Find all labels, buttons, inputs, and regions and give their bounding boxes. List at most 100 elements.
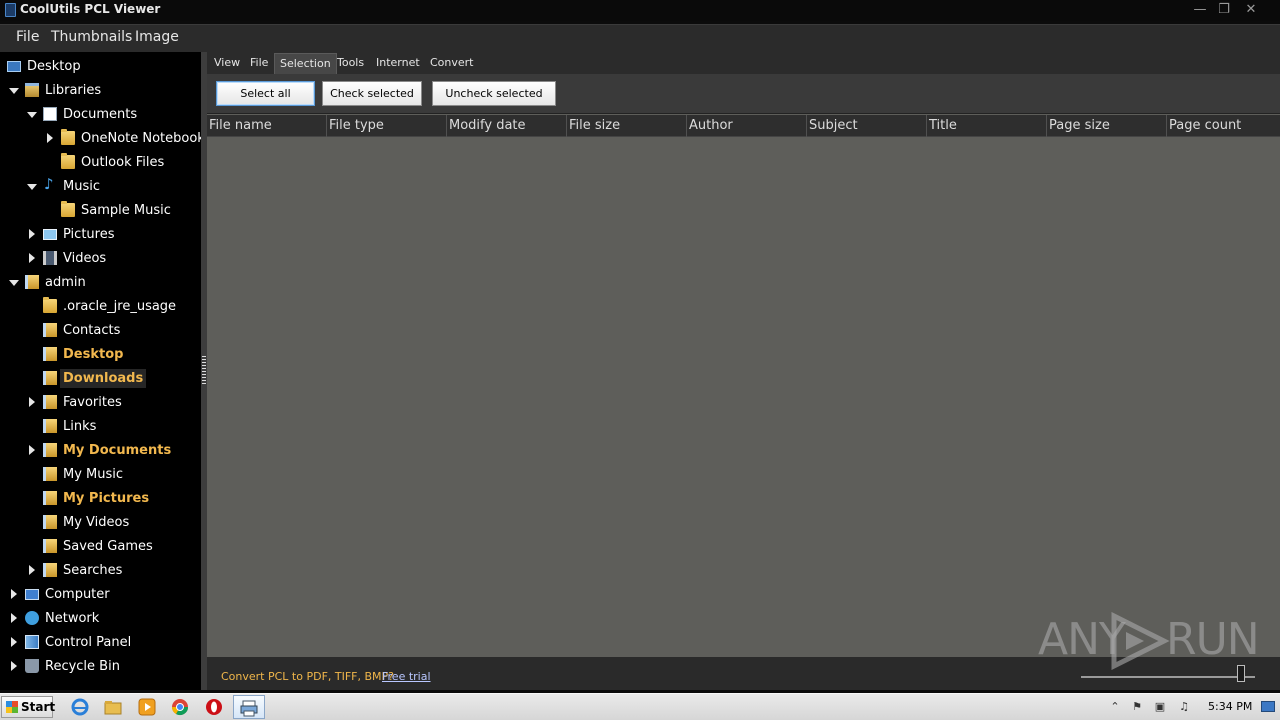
folder-tree[interactable]: Desktop Libraries Documents OneNote Noteboo… bbox=[0, 52, 201, 690]
folder-icon bbox=[61, 201, 75, 217]
uncheck-selected-button[interactable]: Uncheck selected bbox=[432, 81, 556, 106]
tree-item[interactable]: .oracle_jre_usage bbox=[27, 295, 176, 317]
select-all-button[interactable]: Select all bbox=[216, 81, 315, 106]
column-subject[interactable]: Subject bbox=[807, 115, 927, 137]
tree-item[interactable]: Links bbox=[27, 415, 96, 437]
check-selected-button[interactable]: Check selected bbox=[322, 81, 422, 106]
tree-item[interactable]: admin bbox=[9, 271, 86, 293]
explorer-icon[interactable] bbox=[104, 698, 122, 716]
tree-item[interactable]: Documents bbox=[27, 103, 137, 125]
column-title[interactable]: Title bbox=[927, 115, 1047, 137]
free-trial-link[interactable]: Free trial bbox=[382, 670, 431, 683]
minimize-button[interactable]: — bbox=[1187, 0, 1213, 21]
tree-item[interactable]: My Documents bbox=[27, 439, 171, 461]
expand-arrow-icon[interactable] bbox=[27, 445, 37, 455]
expand-arrow-icon[interactable] bbox=[27, 253, 37, 263]
menu-thumbnails[interactable]: Thumbnails bbox=[51, 29, 132, 45]
column-author[interactable]: Author bbox=[687, 115, 807, 137]
action-center-flag-icon[interactable]: ⚑ bbox=[1130, 700, 1144, 714]
tree-item-label: Videos bbox=[63, 250, 107, 266]
network-tray-icon[interactable]: ▣ bbox=[1153, 700, 1167, 714]
tree-item-label: My Pictures bbox=[63, 490, 150, 506]
column-modify-date[interactable]: Modify date bbox=[447, 115, 567, 137]
favorites-folder-icon bbox=[43, 395, 57, 409]
expand-arrow-icon[interactable] bbox=[9, 613, 19, 623]
tree-item[interactable]: Network bbox=[9, 607, 99, 629]
windows-logo-icon bbox=[6, 701, 18, 713]
tree-item-label: Searches bbox=[63, 562, 123, 578]
desktop-icon bbox=[7, 60, 21, 72]
close-button[interactable]: ✕ bbox=[1238, 0, 1264, 21]
collapse-arrow-icon[interactable] bbox=[27, 181, 37, 191]
downloads-folder-icon bbox=[43, 371, 57, 385]
ribbon-tabs: View File Selection Tools Internet Conve… bbox=[207, 52, 1280, 74]
tree-item[interactable]: Control Panel bbox=[9, 631, 131, 653]
expand-arrow-icon[interactable] bbox=[9, 661, 19, 671]
start-button[interactable]: Start bbox=[1, 696, 55, 718]
tree-item[interactable]: Desktop bbox=[27, 343, 123, 365]
expand-arrow-icon[interactable] bbox=[27, 565, 37, 575]
expand-arrow-icon[interactable] bbox=[9, 637, 19, 647]
menu-image[interactable]: Image bbox=[135, 29, 179, 45]
tree-item[interactable]: Libraries bbox=[9, 79, 101, 101]
tab-convert[interactable]: Convert bbox=[430, 56, 474, 69]
collapse-arrow-icon[interactable] bbox=[9, 85, 19, 95]
column-page-size[interactable]: Page size bbox=[1047, 115, 1167, 137]
tab-internet[interactable]: Internet bbox=[376, 56, 420, 69]
tree-item[interactable]: Recycle Bin bbox=[9, 655, 120, 677]
show-desktop-icon[interactable] bbox=[1261, 701, 1275, 712]
menu-file[interactable]: File bbox=[16, 29, 39, 45]
column-file-type[interactable]: File type bbox=[327, 115, 447, 137]
tree-item[interactable]: OneNote Notebooks bbox=[45, 127, 201, 149]
tree-item[interactable]: Pictures bbox=[27, 223, 114, 245]
recycle-bin-icon bbox=[25, 659, 39, 673]
collapse-arrow-icon[interactable] bbox=[27, 109, 37, 119]
tab-file[interactable]: File bbox=[250, 56, 268, 69]
opera-icon[interactable] bbox=[205, 698, 223, 716]
expand-arrow-icon[interactable] bbox=[27, 397, 37, 407]
play-logo-icon bbox=[1111, 612, 1170, 670]
zoom-slider-thumb[interactable] bbox=[1237, 665, 1246, 682]
tree-item[interactable]: Outlook Files bbox=[45, 151, 164, 173]
pictures-icon bbox=[43, 228, 57, 240]
zoom-slider[interactable] bbox=[1081, 676, 1255, 678]
music-folder-icon bbox=[43, 467, 57, 481]
file-list[interactable] bbox=[207, 137, 1280, 657]
tree-item[interactable]: Videos bbox=[27, 247, 106, 269]
volume-icon[interactable]: ♫ bbox=[1177, 700, 1191, 714]
folder-icon bbox=[61, 153, 75, 169]
tree-item[interactable]: Music bbox=[27, 175, 100, 197]
tree-item[interactable]: Computer bbox=[9, 583, 110, 605]
media-player-icon[interactable] bbox=[138, 698, 156, 716]
splitter-grip-icon[interactable] bbox=[202, 356, 206, 384]
expand-arrow-icon[interactable] bbox=[9, 589, 19, 599]
pcl-viewer-icon bbox=[240, 700, 258, 717]
column-file-size[interactable]: File size bbox=[567, 115, 687, 137]
tree-item[interactable]: My Pictures bbox=[27, 487, 149, 509]
tree-item[interactable]: Searches bbox=[27, 559, 122, 581]
tree-item[interactable]: Sample Music bbox=[45, 199, 171, 221]
tree-item[interactable]: Saved Games bbox=[27, 535, 153, 557]
restore-button[interactable]: ❐ bbox=[1211, 0, 1237, 21]
tree-item[interactable]: My Videos bbox=[27, 511, 129, 533]
tree-item[interactable]: Desktop bbox=[7, 55, 81, 77]
clock[interactable]: 5:34 PM bbox=[1208, 700, 1252, 713]
tree-item[interactable]: My Music bbox=[27, 463, 123, 485]
expand-arrow-icon[interactable] bbox=[27, 229, 37, 239]
column-page-count[interactable]: Page count bbox=[1167, 115, 1280, 137]
show-hidden-icons-icon[interactable]: ⌃ bbox=[1108, 700, 1122, 714]
column-file-name[interactable]: File name bbox=[207, 115, 327, 137]
tab-view[interactable]: View bbox=[214, 56, 240, 69]
tab-selection[interactable]: Selection bbox=[274, 53, 337, 74]
ie-icon[interactable] bbox=[71, 698, 89, 716]
tree-item-label: Saved Games bbox=[63, 538, 153, 554]
collapse-arrow-icon[interactable] bbox=[9, 277, 19, 287]
tab-tools[interactable]: Tools bbox=[337, 56, 364, 69]
tree-item[interactable]: Downloads bbox=[27, 367, 147, 389]
videos-icon bbox=[43, 251, 57, 265]
taskbar-active-app[interactable] bbox=[233, 695, 265, 719]
tree-item[interactable]: Favorites bbox=[27, 391, 122, 413]
tree-item[interactable]: Contacts bbox=[27, 319, 120, 341]
expand-arrow-icon[interactable] bbox=[45, 133, 55, 143]
chrome-icon[interactable] bbox=[171, 698, 189, 716]
